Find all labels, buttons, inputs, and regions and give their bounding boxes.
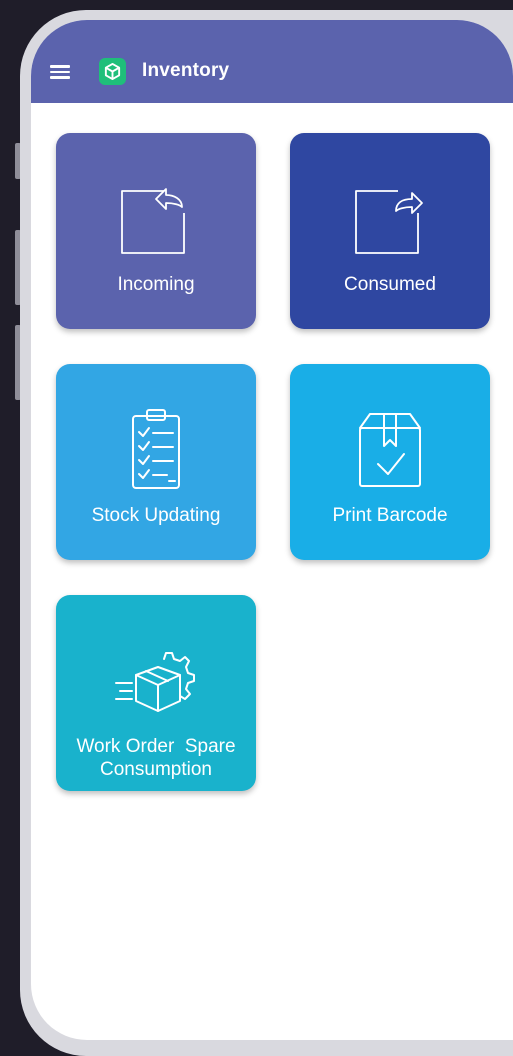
outgoing-arrow-icon — [290, 171, 490, 267]
app-bar: Inventory — [31, 20, 513, 103]
stock-updating-label: Stock Updating — [91, 505, 221, 526]
print-barcode-tile[interactable]: Print Barcode — [290, 364, 490, 560]
app-title: Inventory — [142, 60, 230, 81]
incoming-label: Incoming — [117, 274, 195, 295]
box-logo-icon — [99, 58, 126, 85]
package-check-icon — [290, 402, 490, 498]
gear-box-icon — [56, 633, 256, 729]
consumed-label: Consumed — [344, 274, 436, 295]
checklist-clipboard-icon — [56, 402, 256, 498]
app-screen: Inventory Incoming Consumed Stock Updati… — [31, 20, 513, 1040]
print-barcode-label: Print Barcode — [332, 505, 448, 526]
stock-updating-tile[interactable]: Stock Updating — [56, 364, 256, 560]
incoming-tile[interactable]: Incoming — [56, 133, 256, 329]
work-order-spare-consumption-tile[interactable]: Work Order Spare Consumption — [56, 595, 256, 791]
incoming-arrow-icon — [56, 171, 256, 267]
hamburger-menu-icon[interactable] — [50, 65, 70, 79]
consumed-tile[interactable]: Consumed — [290, 133, 490, 329]
work-order-spare-consumption-label: Work Order Spare Consumption — [76, 736, 241, 780]
